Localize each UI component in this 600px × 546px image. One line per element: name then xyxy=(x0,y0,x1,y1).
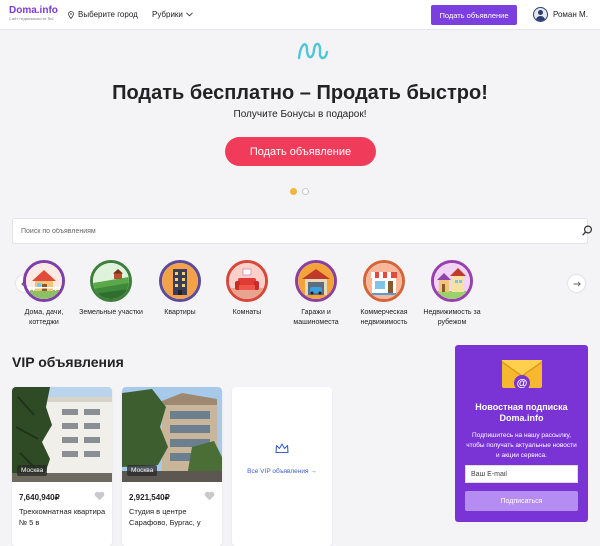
all-vip-card[interactable]: Все VIP объявления → xyxy=(232,387,332,546)
listing-photo: Москва xyxy=(12,387,112,482)
vip-listing-card[interactable]: Москва 2,921,540₽ Студия в центре Сарафо… xyxy=(122,387,222,546)
vip-listing-card[interactable]: Москва 7,640,940₽ Трехкомнатная квартира… xyxy=(12,387,112,546)
category-label: Коммерческая недвижимость xyxy=(360,309,408,326)
top-header: Doma.info Сайт недвижимости №1 Выберите … xyxy=(0,0,600,30)
subscribe-button[interactable]: Подписаться xyxy=(465,491,578,511)
favorite-heart-icon[interactable] xyxy=(204,491,215,501)
house-icon xyxy=(23,260,65,302)
search-input[interactable] xyxy=(21,224,561,239)
apartment-building-icon xyxy=(159,260,201,302)
categories-next-button[interactable] xyxy=(568,275,585,292)
category-label: Недвижимость за рубежом xyxy=(423,309,481,326)
category-label: Комнаты xyxy=(232,309,262,316)
vip-section-title: VIP объявления xyxy=(12,354,124,370)
garage-icon xyxy=(295,260,337,302)
shop-icon xyxy=(363,260,405,302)
listing-price: 2,921,540₽ xyxy=(129,493,170,502)
post-ad-button[interactable]: Подать объявление xyxy=(431,5,517,25)
category-label: Квартиры xyxy=(164,309,196,316)
listing-price: 7,640,940₽ xyxy=(19,493,60,502)
newsletter-box: @ Новостная подписка Doma.info Подпишите… xyxy=(455,345,588,522)
favorite-heart-icon[interactable] xyxy=(94,491,105,501)
listing-city-badge: Москва xyxy=(127,465,158,476)
city-selector-label: Выберите город xyxy=(78,10,138,19)
category-commercial[interactable]: Коммерческая недвижимость xyxy=(352,260,416,328)
abroad-houses-icon xyxy=(431,260,473,302)
category-label: Дома, дачи, коттеджи xyxy=(24,309,64,326)
rubrics-menu[interactable]: Рубрики xyxy=(152,10,193,19)
chevron-down-icon xyxy=(186,12,193,17)
listing-title[interactable]: Трехкомнатная квартира № 5 в xyxy=(19,506,109,528)
search-icon[interactable] xyxy=(582,225,593,236)
category-label: Земельные участки xyxy=(79,309,143,316)
logo-tagline: Сайт недвижимости №1 xyxy=(9,16,54,21)
category-label: Гаражи и машиноместа xyxy=(293,309,339,326)
user-menu[interactable]: Роман М. xyxy=(533,7,588,22)
category-garages[interactable]: Гаражи и машиноместа xyxy=(284,260,348,328)
room-sofa-icon xyxy=(226,260,268,302)
avatar xyxy=(533,7,548,22)
city-selector[interactable]: Выберите город xyxy=(68,10,138,19)
slider-dot-1[interactable] xyxy=(290,188,297,195)
listing-photo: Москва xyxy=(122,387,222,482)
listing-title[interactable]: Студия в центре Сарафово, Бургас, у xyxy=(129,506,219,528)
hero-post-ad-button[interactable]: Подать объявление xyxy=(225,137,376,166)
location-pin-icon xyxy=(68,10,74,19)
land-icon xyxy=(90,260,132,302)
listing-city-badge: Москва xyxy=(17,465,48,476)
newsletter-title: Новостная подписка Doma.info xyxy=(475,402,568,423)
search-bar xyxy=(12,218,593,244)
crown-icon xyxy=(275,443,289,454)
logo-name: Doma.info xyxy=(9,5,58,16)
user-name: Роман М. xyxy=(553,10,588,19)
slider-dots xyxy=(290,188,309,195)
email-field[interactable] xyxy=(465,465,578,483)
squiggle-decoration-icon xyxy=(297,42,329,60)
hero-title: Подать бесплатно – Продать быстро! xyxy=(112,82,488,104)
all-vip-link[interactable]: Все VIP объявления → xyxy=(232,468,332,475)
category-apartments[interactable]: Квартиры xyxy=(148,260,212,318)
category-abroad[interactable]: Недвижимость за рубежом xyxy=(420,260,484,328)
svg-text:@: @ xyxy=(517,378,528,390)
category-land[interactable]: Земельные участки xyxy=(79,260,143,318)
rubrics-label: Рубрики xyxy=(152,10,183,19)
hero-subtitle: Получите Бонусы в подарок! xyxy=(233,109,367,120)
envelope-icon: @ xyxy=(501,360,543,391)
slider-dot-2[interactable] xyxy=(302,188,309,195)
site-logo[interactable]: Doma.info Сайт недвижимости №1 xyxy=(9,5,58,21)
category-houses[interactable]: Дома, дачи, коттеджи xyxy=(12,260,76,328)
category-rooms[interactable]: Комнаты xyxy=(215,260,279,318)
newsletter-description: Подпишитесь на нашу рассылку, чтобы полу… xyxy=(466,432,577,459)
arrow-right-icon xyxy=(573,280,581,287)
